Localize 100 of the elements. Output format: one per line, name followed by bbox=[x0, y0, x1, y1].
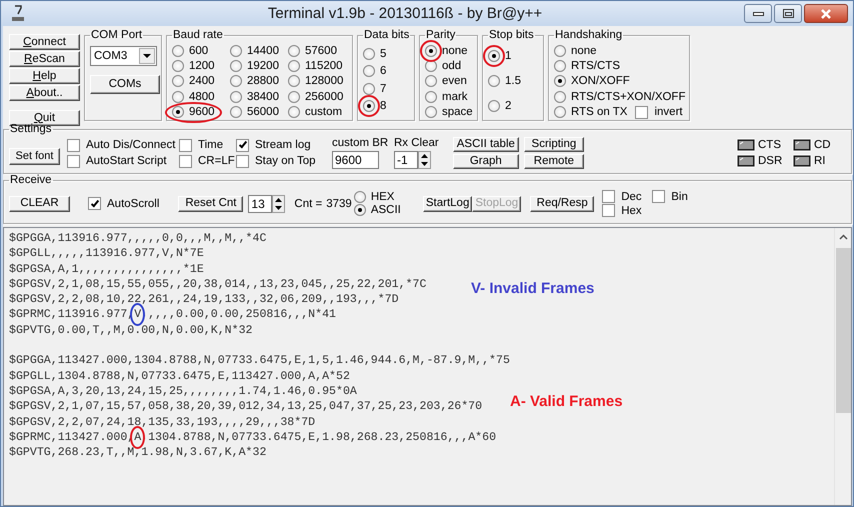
radio-icon[interactable] bbox=[363, 48, 375, 60]
checkbox[interactable]: Dec bbox=[602, 190, 642, 204]
radio-button[interactable]: 28800 bbox=[230, 74, 279, 90]
spin-arrows-icon[interactable] bbox=[272, 194, 286, 212]
radio-icon[interactable] bbox=[554, 60, 566, 72]
radio-icon[interactable] bbox=[554, 106, 566, 118]
button[interactable]: Req/Resp bbox=[530, 196, 594, 212]
checkbox-icon[interactable] bbox=[602, 190, 616, 203]
radio-button[interactable]: RTS on TX bbox=[554, 104, 628, 120]
checkbox[interactable]: Stream log bbox=[236, 138, 311, 152]
input-field[interactable]: 9600 bbox=[332, 151, 379, 169]
radio-button[interactable]: ASCII bbox=[354, 204, 401, 216]
dropdown[interactable]: COM3 bbox=[90, 46, 157, 66]
radio-button[interactable]: 8 bbox=[363, 98, 386, 115]
radio-icon[interactable] bbox=[230, 60, 242, 72]
checkbox[interactable]: AutoScroll bbox=[88, 196, 160, 211]
radio-icon[interactable] bbox=[425, 90, 437, 103]
radio-icon[interactable] bbox=[354, 204, 366, 216]
caret-icon[interactable] bbox=[139, 48, 155, 64]
radio-button[interactable]: 1.5 bbox=[488, 73, 521, 88]
radio-button[interactable]: none bbox=[554, 43, 597, 58]
radio-button[interactable]: 56000 bbox=[230, 104, 279, 120]
radio-icon[interactable] bbox=[425, 106, 437, 118]
radio-button[interactable]: even bbox=[425, 74, 467, 90]
button[interactable]: Graph bbox=[452, 154, 519, 169]
radio-icon[interactable] bbox=[230, 90, 242, 103]
checkbox[interactable]: Bin bbox=[652, 190, 688, 204]
checkbox[interactable]: Stay on Top bbox=[236, 154, 316, 168]
radio-button[interactable]: odd bbox=[425, 58, 462, 74]
radio-button[interactable]: HEX bbox=[354, 190, 394, 204]
scrollbar-thumb[interactable] bbox=[836, 248, 850, 413]
radio-icon[interactable] bbox=[230, 106, 242, 118]
checkbox-icon[interactable] bbox=[236, 154, 249, 168]
radio-icon[interactable] bbox=[230, 44, 242, 57]
button[interactable]: CLEAR bbox=[9, 196, 70, 212]
radio-icon[interactable] bbox=[230, 75, 242, 88]
maximize-icon[interactable] bbox=[782, 9, 794, 18]
radio-icon[interactable] bbox=[288, 90, 300, 103]
close-icon[interactable] bbox=[820, 8, 832, 18]
radio-button[interactable]: XON/XOFF bbox=[554, 74, 630, 90]
radio-icon[interactable] bbox=[288, 60, 300, 72]
checkbox-icon[interactable] bbox=[602, 204, 616, 217]
radio-icon[interactable] bbox=[172, 90, 184, 103]
radio-icon[interactable] bbox=[172, 106, 184, 118]
checkbox-icon[interactable] bbox=[635, 106, 648, 119]
radio-button[interactable]: 1200 bbox=[172, 58, 215, 74]
radio-icon[interactable] bbox=[363, 82, 375, 95]
radio-button[interactable]: RTS/CTS bbox=[554, 58, 620, 74]
checkbox[interactable]: Auto Dis/Connect bbox=[67, 138, 176, 152]
radio-button[interactable]: 7 bbox=[363, 80, 386, 98]
radio-icon[interactable] bbox=[554, 75, 566, 88]
button[interactable]: ASCII table bbox=[452, 137, 519, 152]
radio-icon[interactable] bbox=[288, 75, 300, 88]
radio-button[interactable]: 9600 bbox=[172, 104, 215, 120]
radio-icon[interactable] bbox=[554, 44, 566, 57]
radio-button[interactable]: 5 bbox=[363, 45, 386, 62]
radio-icon[interactable] bbox=[172, 75, 184, 88]
minimize-button[interactable] bbox=[744, 4, 772, 23]
radio-button[interactable]: 256000 bbox=[288, 89, 344, 105]
radio-icon[interactable] bbox=[172, 60, 184, 72]
radio-button[interactable]: 115200 bbox=[288, 58, 343, 74]
radio-button[interactable]: space bbox=[425, 104, 473, 120]
maximize-button[interactable] bbox=[774, 4, 802, 23]
checkbox-icon[interactable] bbox=[652, 190, 666, 203]
radio-button[interactable]: 6 bbox=[363, 62, 386, 80]
radio-button[interactable]: 2400 bbox=[172, 74, 215, 90]
button[interactable]: StartLog bbox=[422, 196, 472, 212]
minimize-icon[interactable] bbox=[752, 12, 764, 16]
button[interactable]: Reset Cnt bbox=[178, 196, 244, 212]
button[interactable]: Scripting bbox=[524, 137, 584, 152]
button[interactable]: Remote bbox=[524, 154, 584, 169]
checkbox-icon[interactable] bbox=[67, 138, 80, 152]
radio-icon[interactable] bbox=[363, 100, 375, 112]
radio-icon[interactable] bbox=[288, 106, 300, 118]
button[interactable]: About.. bbox=[9, 85, 80, 101]
checkbox-icon[interactable] bbox=[88, 197, 101, 210]
checkbox-icon[interactable] bbox=[179, 154, 192, 168]
checkbox[interactable]: Time bbox=[179, 138, 224, 152]
radio-icon[interactable] bbox=[425, 44, 437, 57]
input-field[interactable]: 13 bbox=[248, 194, 272, 212]
checkbox-icon[interactable] bbox=[67, 154, 80, 168]
radio-button[interactable]: none bbox=[425, 43, 468, 58]
radio-button[interactable]: 57600 bbox=[288, 43, 337, 58]
radio-button[interactable]: 4800 bbox=[172, 89, 215, 105]
radio-icon[interactable] bbox=[172, 44, 184, 57]
radio-icon[interactable] bbox=[363, 65, 375, 78]
radio-icon[interactable] bbox=[425, 75, 437, 88]
checkbox[interactable]: Hex bbox=[602, 204, 642, 218]
scroll-up-icon[interactable] bbox=[838, 234, 848, 240]
radio-button[interactable]: 14400 bbox=[230, 43, 279, 58]
radio-button[interactable]: RTS/CTS+XON/XOFF bbox=[554, 89, 686, 105]
radio-button[interactable]: 128000 bbox=[288, 74, 344, 90]
spin-arrows-icon[interactable] bbox=[418, 151, 431, 169]
checkbox-icon[interactable] bbox=[179, 138, 192, 152]
button[interactable]: Connect bbox=[9, 34, 80, 50]
radio-icon[interactable] bbox=[488, 74, 500, 86]
radio-button[interactable]: custom bbox=[288, 104, 342, 120]
checkbox-icon[interactable] bbox=[236, 138, 249, 152]
radio-icon[interactable] bbox=[488, 50, 500, 62]
radio-button[interactable]: 38400 bbox=[230, 89, 279, 105]
